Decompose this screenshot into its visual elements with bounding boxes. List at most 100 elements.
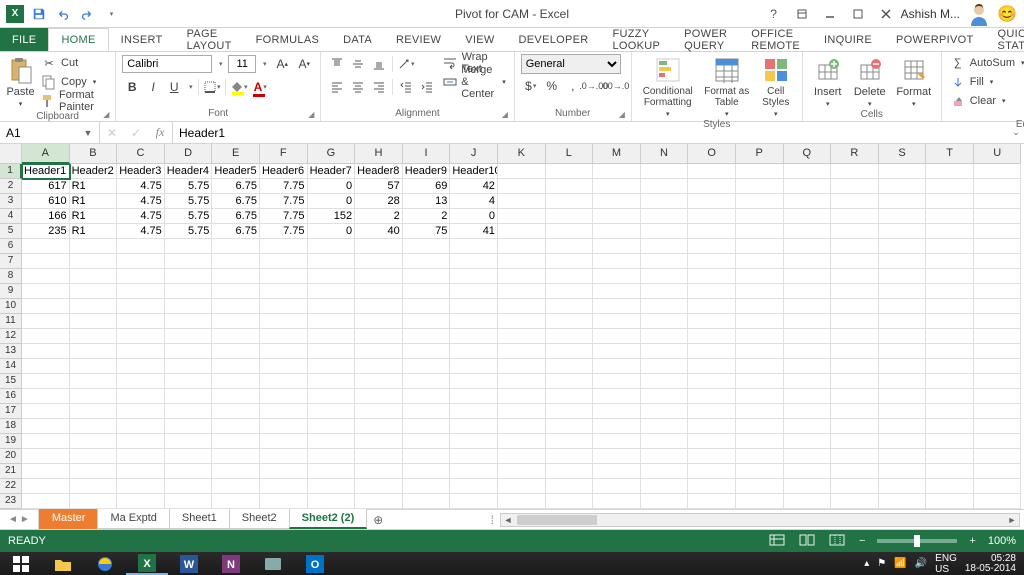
- cell[interactable]: [974, 344, 1022, 359]
- italic-button[interactable]: I: [143, 77, 163, 97]
- row-header[interactable]: 9: [0, 284, 22, 299]
- cell[interactable]: [688, 254, 736, 269]
- column-header[interactable]: C: [117, 144, 165, 164]
- cell[interactable]: [70, 389, 118, 404]
- cell[interactable]: [308, 329, 356, 344]
- increase-indent-icon[interactable]: [417, 77, 437, 97]
- cell[interactable]: [688, 494, 736, 509]
- bold-button[interactable]: B: [122, 77, 142, 97]
- cell[interactable]: [117, 434, 165, 449]
- cell[interactable]: [70, 329, 118, 344]
- ribbon-tab-page-layout[interactable]: PAGE LAYOUT: [175, 28, 244, 51]
- cell[interactable]: [974, 179, 1022, 194]
- cell[interactable]: [117, 389, 165, 404]
- cell[interactable]: [498, 284, 546, 299]
- tray-network-icon[interactable]: 📶: [894, 558, 906, 569]
- cell[interactable]: [498, 194, 546, 209]
- cell[interactable]: [498, 479, 546, 494]
- cell[interactable]: [879, 269, 927, 284]
- cell[interactable]: [117, 479, 165, 494]
- tab-split-handle[interactable]: ⁞: [491, 513, 494, 527]
- cell[interactable]: [641, 344, 689, 359]
- cell[interactable]: [546, 464, 594, 479]
- cell[interactable]: [450, 254, 498, 269]
- cell[interactable]: [165, 359, 213, 374]
- cell[interactable]: [212, 389, 260, 404]
- cell-styles-button[interactable]: Cell Styles▾: [756, 54, 796, 118]
- row-header[interactable]: 20: [0, 449, 22, 464]
- cell[interactable]: [70, 314, 118, 329]
- cell[interactable]: [593, 254, 641, 269]
- ribbon-tab-inquire[interactable]: INQUIRE: [812, 28, 884, 51]
- ribbon-tab-file[interactable]: FILE: [0, 28, 48, 51]
- cell[interactable]: [784, 179, 832, 194]
- cell[interactable]: [450, 344, 498, 359]
- cell[interactable]: [926, 434, 974, 449]
- ribbon-tab-insert[interactable]: INSERT: [109, 28, 175, 51]
- cell[interactable]: [974, 449, 1022, 464]
- cell[interactable]: 2: [403, 209, 451, 224]
- cell[interactable]: [212, 479, 260, 494]
- cell[interactable]: [926, 374, 974, 389]
- cell[interactable]: [641, 299, 689, 314]
- cell[interactable]: [308, 239, 356, 254]
- cell[interactable]: [736, 344, 784, 359]
- cell[interactable]: [546, 224, 594, 239]
- underline-button[interactable]: U: [164, 77, 184, 97]
- cell[interactable]: [498, 299, 546, 314]
- cell[interactable]: [403, 329, 451, 344]
- cell[interactable]: [260, 464, 308, 479]
- ribbon-tab-powerpivot[interactable]: POWERPIVOT: [884, 28, 986, 51]
- cell[interactable]: [879, 329, 927, 344]
- cell[interactable]: [546, 494, 594, 509]
- sheet-tab[interactable]: Master: [39, 509, 99, 529]
- cell[interactable]: 69: [403, 179, 451, 194]
- cell[interactable]: [926, 179, 974, 194]
- cell[interactable]: R1: [70, 194, 118, 209]
- cell[interactable]: [736, 284, 784, 299]
- cell[interactable]: [736, 449, 784, 464]
- sheet-tab[interactable]: Sheet2 (2): [289, 509, 368, 529]
- cell[interactable]: [260, 254, 308, 269]
- cell[interactable]: [879, 479, 927, 494]
- cell[interactable]: [70, 479, 118, 494]
- cell[interactable]: 6.75: [212, 194, 260, 209]
- cell[interactable]: [736, 179, 784, 194]
- cell[interactable]: [546, 329, 594, 344]
- cell[interactable]: [688, 344, 736, 359]
- cell[interactable]: [70, 464, 118, 479]
- cell[interactable]: [308, 494, 356, 509]
- underline-dropdown[interactable]: [185, 77, 195, 97]
- ribbon-options-icon[interactable]: [789, 4, 815, 24]
- cell[interactable]: [736, 269, 784, 284]
- cell[interactable]: [784, 419, 832, 434]
- cell[interactable]: [165, 299, 213, 314]
- cell[interactable]: [355, 269, 403, 284]
- cell[interactable]: [641, 329, 689, 344]
- taskbar-excel[interactable]: X: [126, 552, 168, 575]
- row-header[interactable]: 19: [0, 434, 22, 449]
- cell[interactable]: [784, 404, 832, 419]
- cell[interactable]: [260, 389, 308, 404]
- cell[interactable]: [688, 179, 736, 194]
- cell[interactable]: [546, 404, 594, 419]
- cell[interactable]: [641, 449, 689, 464]
- cell[interactable]: [831, 434, 879, 449]
- save-icon[interactable]: [28, 3, 50, 25]
- cell[interactable]: [593, 374, 641, 389]
- cell[interactable]: [117, 314, 165, 329]
- decrease-decimal-icon[interactable]: .00→.0: [605, 76, 625, 96]
- cell[interactable]: [831, 419, 879, 434]
- cell[interactable]: 617: [22, 179, 70, 194]
- cell[interactable]: [165, 404, 213, 419]
- cell[interactable]: [117, 299, 165, 314]
- cell[interactable]: [593, 314, 641, 329]
- cell[interactable]: [593, 329, 641, 344]
- cell[interactable]: [688, 389, 736, 404]
- cell[interactable]: [450, 314, 498, 329]
- row-header[interactable]: 22: [0, 479, 22, 494]
- cell[interactable]: [260, 419, 308, 434]
- cell[interactable]: [22, 419, 70, 434]
- cell[interactable]: [926, 359, 974, 374]
- cell[interactable]: [308, 479, 356, 494]
